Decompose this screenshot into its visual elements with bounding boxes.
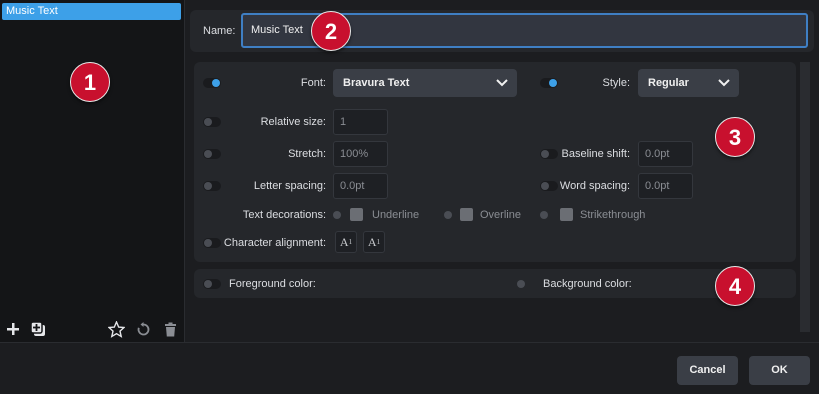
- styles-list-panel: Music Text: [0, 0, 185, 342]
- cancel-button[interactable]: Cancel: [677, 356, 738, 385]
- name-bar: Name: Music Text: [190, 10, 814, 52]
- strikethrough-toggle[interactable]: [540, 211, 548, 219]
- foreground-color-toggle[interactable]: [203, 279, 221, 289]
- overline-toggle[interactable]: [444, 211, 452, 219]
- font-toggle[interactable]: [203, 78, 221, 88]
- align-baseline-letter: A: [339, 234, 349, 249]
- word-spacing-field[interactable]: 0.0pt: [638, 173, 693, 199]
- underline-toggle[interactable]: [333, 211, 341, 219]
- foreground-color-label: Foreground color:: [229, 278, 316, 290]
- align-superscript-letter: A: [367, 234, 377, 249]
- chevron-down-icon: [495, 69, 509, 97]
- font-label: Font:: [300, 77, 326, 89]
- overline-label: Overline: [480, 209, 521, 221]
- style-label: Style:: [602, 77, 630, 89]
- underline-label: Underline: [372, 209, 420, 221]
- stretch-label: Stretch:: [288, 148, 326, 160]
- callout-1: 1: [70, 62, 110, 102]
- scrollbar[interactable]: [800, 62, 810, 332]
- word-spacing-label: Word spacing:: [559, 180, 630, 192]
- align-superscript-button[interactable]: A1: [363, 231, 385, 253]
- align-baseline-index: 1: [348, 238, 353, 246]
- relative-size-toggle[interactable]: [203, 117, 221, 127]
- plus-icon[interactable]: [3, 318, 23, 340]
- align-superscript-index: 1: [376, 238, 381, 246]
- trash-icon[interactable]: [160, 318, 180, 340]
- style-list-item-music-text[interactable]: Music Text: [2, 3, 181, 20]
- style-value: Regular: [648, 77, 689, 89]
- revert-icon[interactable]: [133, 318, 153, 340]
- star-icon[interactable]: [106, 318, 126, 340]
- callout-2: 2: [311, 11, 351, 51]
- letter-spacing-label: Letter spacing:: [253, 180, 326, 192]
- strikethrough-label: Strikethrough: [580, 209, 646, 221]
- relative-size-label: Relative size:: [260, 116, 326, 128]
- stretch-field[interactable]: 100%: [333, 141, 388, 167]
- underline-checkbox[interactable]: [350, 208, 363, 221]
- font-dropdown[interactable]: Bravura Text: [333, 69, 517, 97]
- background-color-label: Background color:: [543, 278, 632, 290]
- ok-button[interactable]: OK: [749, 356, 810, 385]
- background-color-toggle[interactable]: [517, 280, 525, 288]
- text-decorations-label: Text decorations:: [242, 209, 326, 221]
- letter-spacing-toggle[interactable]: [203, 181, 221, 191]
- styles-toolbar: [0, 318, 185, 340]
- overline-checkbox[interactable]: [460, 208, 473, 221]
- name-label: Name:: [203, 25, 236, 37]
- baseline-shift-label: Baseline shift:: [561, 148, 630, 160]
- font-value: Bravura Text: [343, 77, 410, 89]
- duplicate-icon[interactable]: [28, 318, 48, 340]
- callout-4: 4: [715, 266, 755, 306]
- align-baseline-button[interactable]: A1: [335, 231, 357, 253]
- character-alignment-label: Character alignment:: [223, 237, 326, 249]
- callout-3: 3: [715, 117, 755, 157]
- strikethrough-checkbox[interactable]: [560, 208, 573, 221]
- stretch-toggle[interactable]: [203, 149, 221, 159]
- dialog-footer: Cancel OK: [0, 342, 819, 394]
- chevron-down-icon: [717, 69, 731, 97]
- style-toggle[interactable]: [540, 78, 558, 88]
- relative-size-field[interactable]: 1: [333, 109, 388, 135]
- baseline-shift-field[interactable]: 0.0pt: [638, 141, 693, 167]
- font-properties-panel: Font: Bravura Text Style: Regular Relati…: [194, 62, 796, 262]
- style-dropdown[interactable]: Regular: [638, 69, 739, 97]
- letter-spacing-field[interactable]: 0.0pt: [333, 173, 388, 199]
- color-properties-panel: Foreground color: Background color:: [194, 269, 796, 298]
